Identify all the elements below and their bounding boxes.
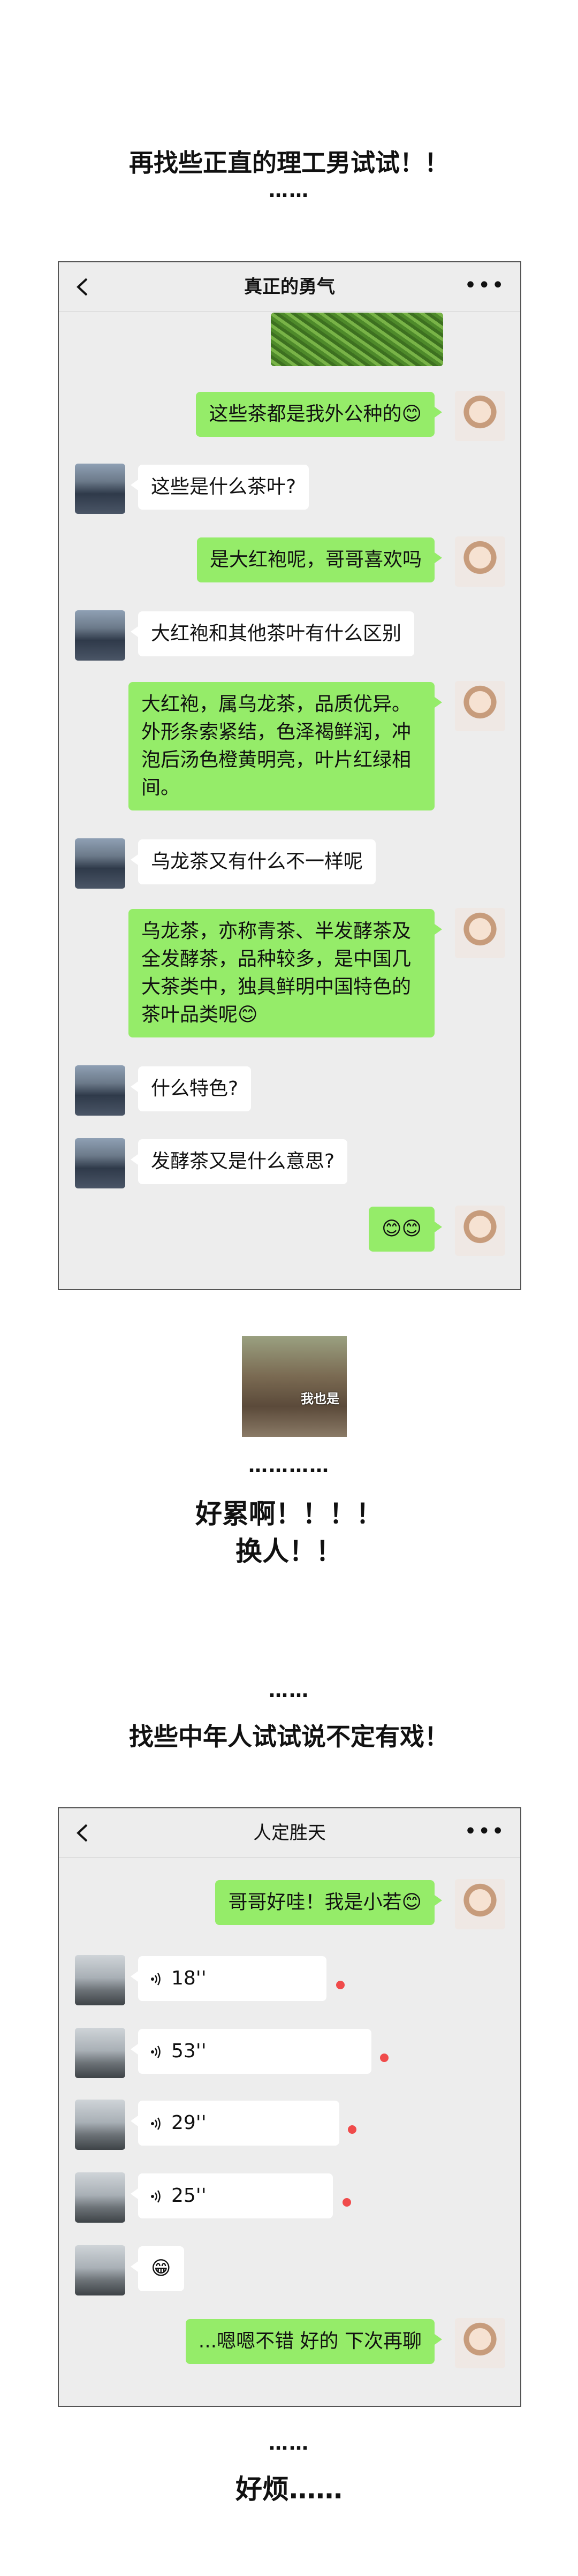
avatar-man[interactable] [75,464,125,514]
message-bubble[interactable]: 是大红袍呢，哥哥喜欢吗 [196,537,443,582]
avatar-girl[interactable] [455,681,505,731]
message-bubble[interactable]: 这些是什么茶叶? [130,465,309,510]
chat-title: 真正的勇气 [244,276,335,298]
avatar-girl[interactable] [455,391,505,441]
avatar-man[interactable] [75,838,125,889]
chat-header: 人定胜天 ••• [59,1808,520,1858]
message-bubble[interactable]: 哥哥好哇！我是小若😊 [215,1880,442,1925]
unread-dot [336,1981,345,1989]
voice-message[interactable]: 25'' [131,2173,333,2218]
heading-annoying: 好烦…… [235,2474,343,2505]
voice-duration: 29'' [171,2112,207,2134]
voice-message[interactable]: 29'' [131,2101,339,2146]
avatar-city[interactable] [75,2100,125,2150]
heading-change-person: 换人！！ [235,1536,343,1567]
chat-title: 人定胜天 [253,1822,326,1844]
avatar-girl[interactable] [455,1206,505,1256]
ellipsis-meme: ………… [248,1455,330,1477]
avatar-girl[interactable] [455,908,505,958]
heading-theory-men: 再找些正直的理工男试试！！ [129,148,449,177]
message-bubble[interactable]: 这些茶都是我外公种的😊 [196,392,442,437]
voice-icon [151,2117,161,2130]
voice-duration: 53'' [171,2040,207,2062]
heading-tired: 好累啊！！！！ [195,1498,383,1529]
message-bubble[interactable]: 乌龙茶，亦称青茶、半发酵茶及全发酵茶，品种较多，是中国几大茶类中，独具鲜明中国特… [128,909,442,1037]
voice-duration: 18'' [171,1967,207,1989]
avatar-city[interactable] [75,2028,125,2078]
unread-dot [343,2198,351,2207]
tea-leaves-image[interactable] [271,313,443,366]
unread-dot [348,2125,356,2134]
message-bubble[interactable]: 什么特色? [130,1066,252,1111]
more-options-icon[interactable]: ••• [464,273,505,298]
avatar-man[interactable] [75,1138,125,1188]
message-bubble[interactable]: 大红袍，属乌龙茶，品质优异。外形条索紧结，色泽褐鲜润，冲泡后汤色橙黄明亮，叶片红… [128,682,442,810]
meme-image: 我也是 [242,1336,347,1437]
meme-caption: 我也是 [301,1391,339,1406]
message-bubble[interactable]: 😁 [131,2246,184,2291]
message-bubble[interactable]: 大红袍和其他茶叶有什么区别 [130,611,415,656]
avatar-man[interactable] [75,610,125,661]
ellipsis-3: …… [269,2433,309,2454]
message-bubble[interactable]: 发酵茶又是什么意思? [130,1139,348,1184]
ellipsis-1: …… [269,180,309,202]
voice-icon [151,2045,161,2058]
chat-header: 真正的勇气 ••• [59,262,520,312]
avatar-city[interactable] [75,1955,125,2005]
message-bubble[interactable]: ...嗯嗯不错 好的 下次再聊 [185,2319,443,2364]
more-options-icon[interactable]: ••• [464,1819,505,1844]
message-bubble[interactable]: 😊😊 [368,1207,443,1252]
voice-icon [151,2190,161,2203]
voice-message[interactable]: 53'' [131,2029,371,2074]
chat-window-2: 人定胜天 ••• 哥哥好哇！我是小若😊 18'' 53'' 29'' 25'' … [58,1807,521,2407]
chat-window-1: 真正的勇气 ••• 这些茶都是我外公种的😊 这些是什么茶叶? 是大红袍呢，哥哥喜… [58,261,521,1290]
avatar-girl[interactable] [455,2318,505,2368]
avatar-city[interactable] [75,2172,125,2223]
avatar-girl[interactable] [455,1879,505,1929]
avatar-man[interactable] [75,1065,125,1116]
avatar-city[interactable] [75,2245,125,2295]
message-bubble[interactable]: 乌龙茶又有什么不一样呢 [130,839,376,884]
voice-icon [151,1973,161,1986]
heading-middle-aged: 找些中年人试试说不定有戏！ [129,1722,449,1751]
ellipsis-2: …… [269,1680,309,1702]
unread-dot [380,2054,389,2062]
voice-duration: 25'' [171,2185,207,2207]
avatar-girl[interactable] [455,536,505,587]
voice-message[interactable]: 18'' [131,1956,326,2001]
